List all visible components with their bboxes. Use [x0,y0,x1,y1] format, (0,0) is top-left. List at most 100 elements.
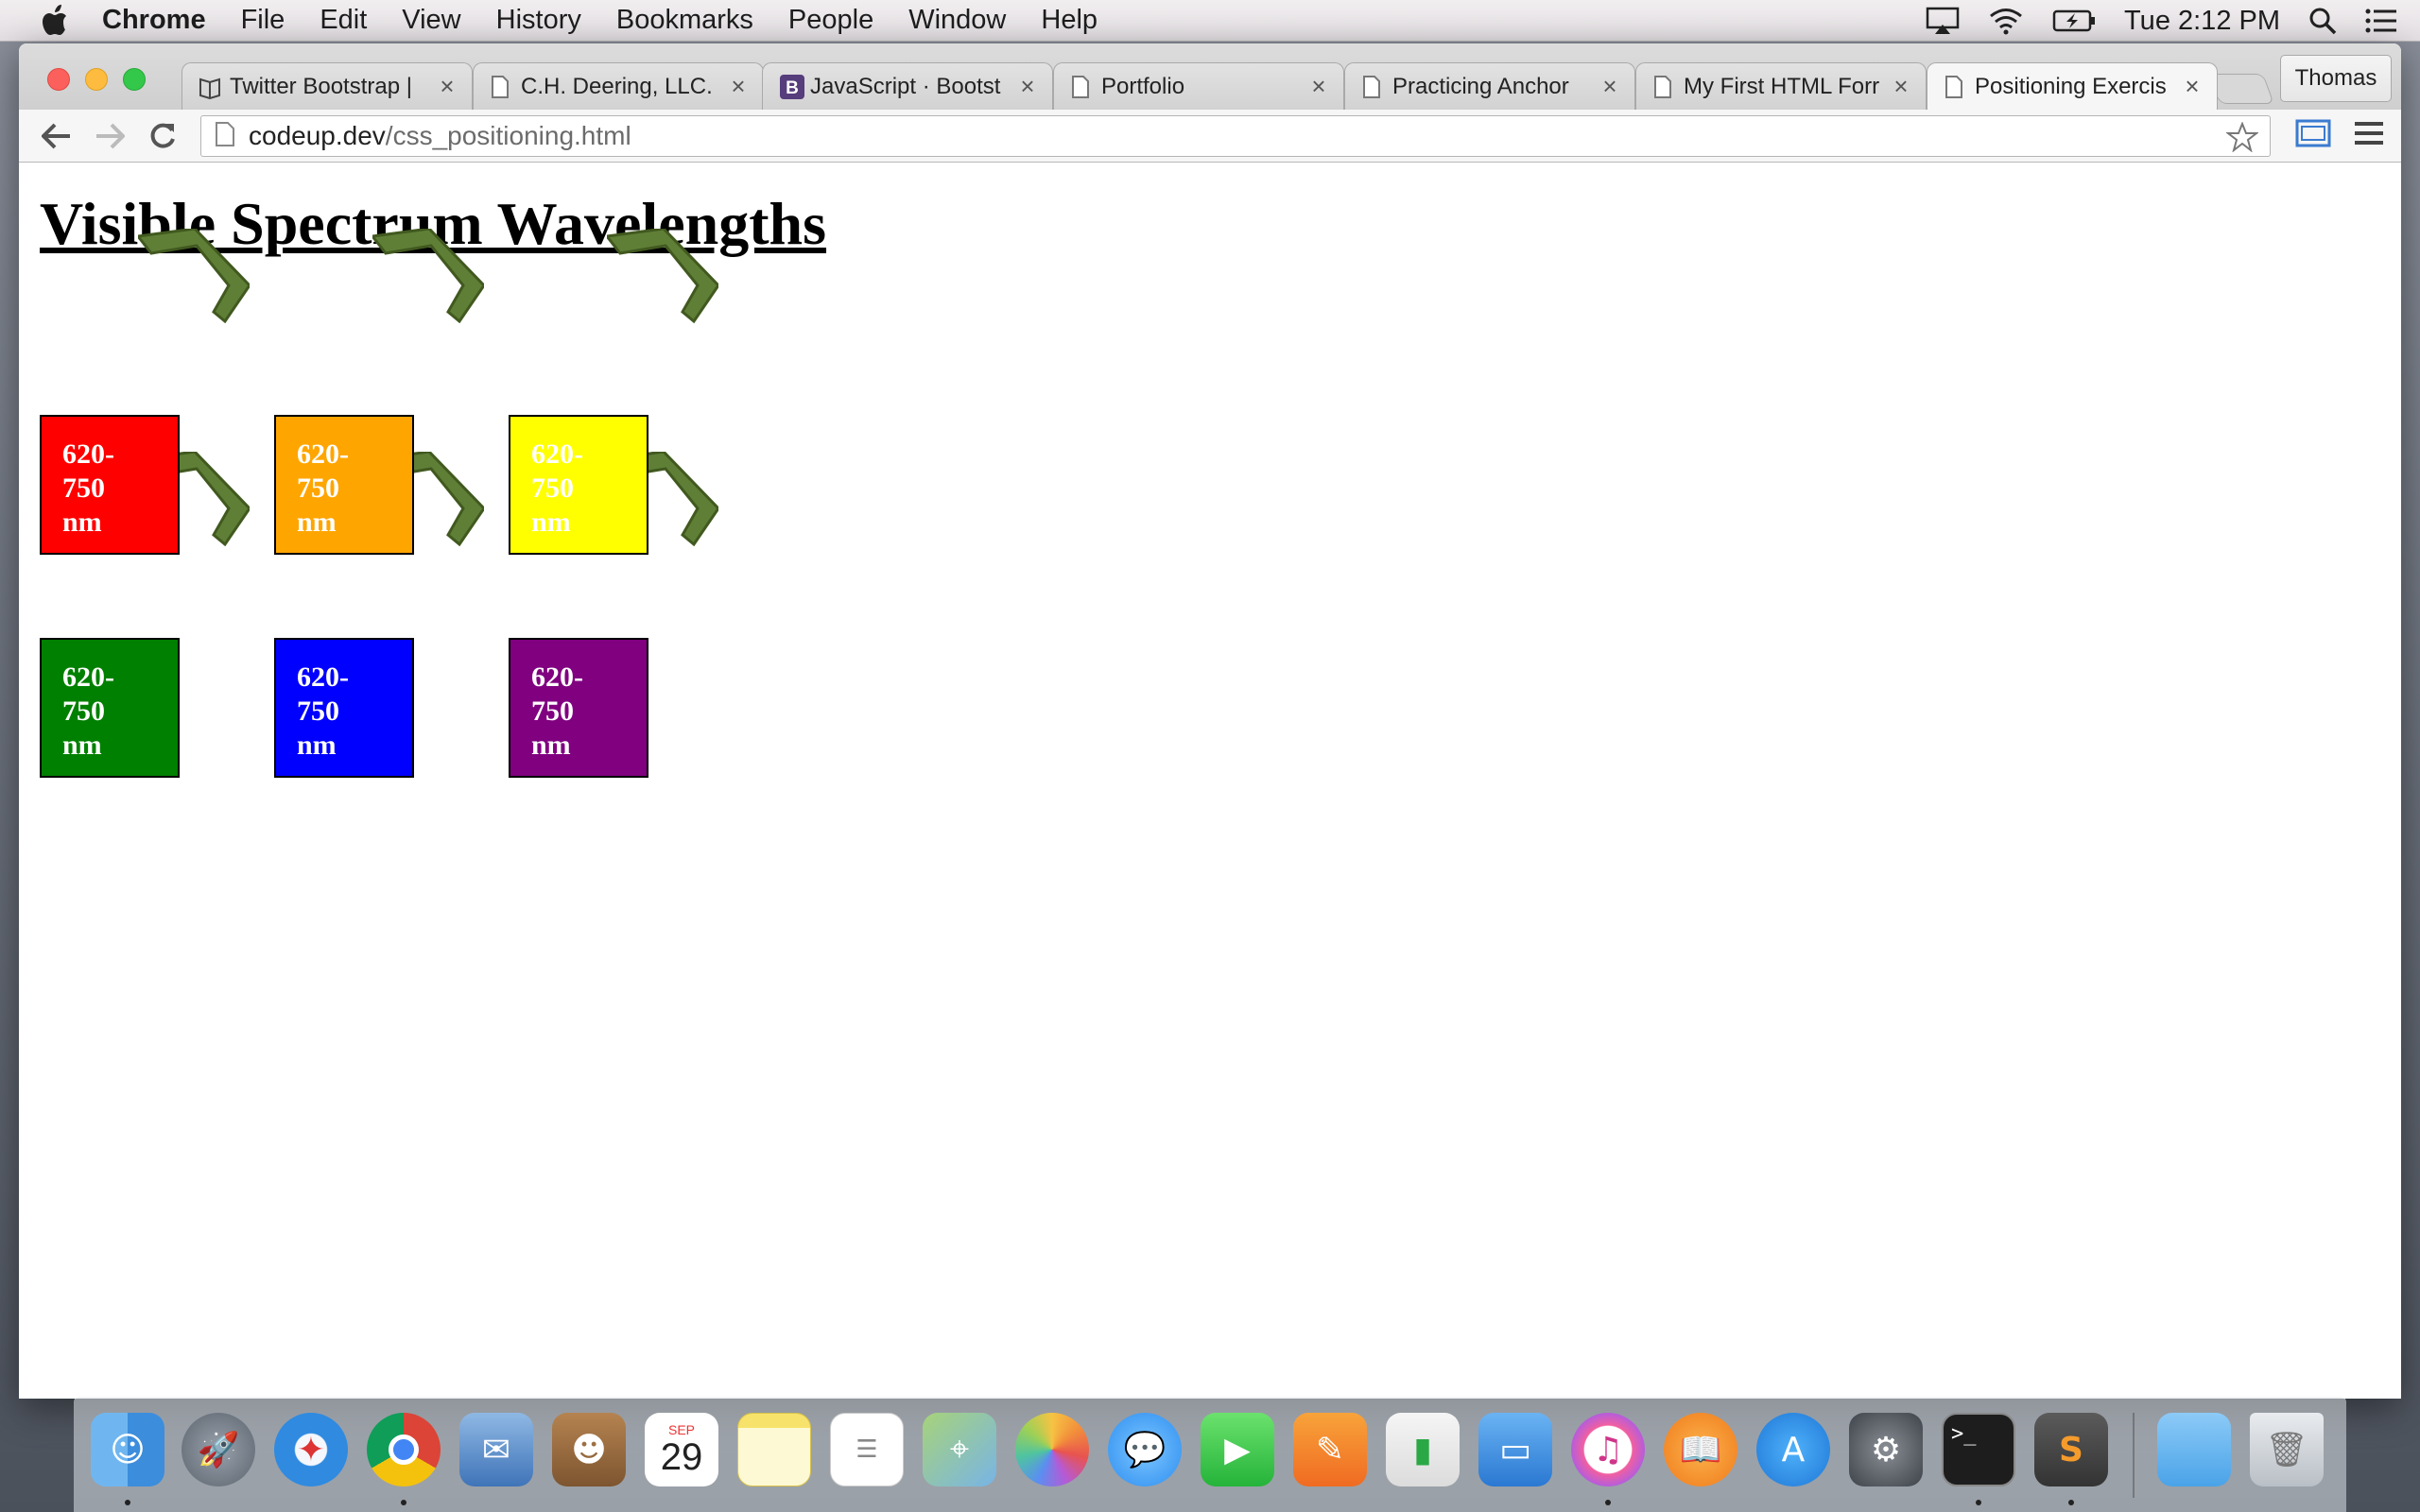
wavelength-range-end: 750 [531,696,574,727]
menu-file[interactable]: File [241,5,285,36]
window-close-button[interactable] [47,68,70,91]
tab-close-icon[interactable]: × [436,72,458,101]
calendar-month: SEP [667,1422,695,1437]
page-icon [1945,75,1965,99]
battery-charging-icon[interactable] [2052,9,2096,33]
menu-view[interactable]: View [402,5,460,36]
chevron-arrow-image [607,229,718,323]
menu-chrome[interactable]: Chrome [102,5,206,36]
reload-icon [150,123,175,148]
dock-system-preferences-icon[interactable]: ⚙ [1849,1413,1923,1486]
dock-launchpad-icon[interactable]: 🚀 [182,1413,255,1486]
menu-history[interactable]: History [496,5,581,36]
dock-photos-icon[interactable] [1015,1413,1089,1486]
wavelength-range-end: 750 [297,472,339,504]
airplay-icon[interactable] [1926,7,1960,35]
tab-close-icon[interactable]: × [1016,72,1039,101]
dock: ☺ 🚀 ✦ ✉ ☻ SEP 29 ☰ ⌖ 💬 ▶ ✎ ▮ ▭ ♫ 📖 A ⚙ >… [74,1397,2346,1512]
menubar-clock[interactable]: Tue 2:12 PM [2124,6,2280,37]
wavelength-unit: nm [297,730,337,761]
bootstrap-b-icon: B [780,74,804,99]
wavelength-box-orange: 620- 750 nm [274,415,414,555]
tab-portfolio[interactable]: Portfolio × [1053,62,1344,110]
dock-finder-icon[interactable]: ☺ [91,1413,164,1486]
wavelength-range-end: 750 [62,472,105,504]
cast-icon[interactable] [2295,119,2331,154]
dock-notes-icon[interactable] [737,1413,811,1486]
tab-title: Positioning Exercis [1975,73,2167,99]
wavelength-box-red: 620- 750 nm [40,415,180,555]
tab-title: Twitter Bootstrap | [230,73,412,99]
tab-title: C.H. Deering, LLC. [521,73,713,99]
menu-people[interactable]: People [788,5,873,36]
dock-calendar-icon[interactable]: SEP 29 [645,1413,718,1486]
page-icon [215,121,235,152]
wavelength-range-start: 620- [62,662,114,693]
address-bar[interactable]: codeup.dev/css_positioning.html [200,115,2271,157]
window-minimize-button[interactable] [85,68,108,91]
book-icon [199,75,220,99]
dock-chrome-icon[interactable] [367,1413,441,1486]
spotlight-search-icon[interactable] [2308,7,2337,35]
dock-terminal-icon[interactable]: >_ [1942,1413,2015,1486]
new-tab-button[interactable] [2208,74,2274,104]
wifi-icon[interactable] [1988,7,2024,35]
tab-close-icon[interactable]: × [1599,72,1621,101]
tab-close-icon[interactable]: × [1307,72,1330,101]
dock-safari-icon[interactable]: ✦ [274,1413,348,1486]
tab-close-icon[interactable]: × [727,72,750,101]
wavelength-unit: nm [531,507,571,538]
dock-maps-icon[interactable]: ⌖ [923,1413,996,1486]
url-text[interactable]: codeup.dev/css_positioning.html [249,121,631,151]
tab-close-icon[interactable]: × [1890,72,1912,101]
tab-ch-deering[interactable]: C.H. Deering, LLC. × [473,62,764,110]
running-indicator [1976,1500,1981,1505]
dock-sublime-text-icon[interactable]: S [2034,1413,2108,1486]
dock-reminders-icon[interactable]: ☰ [830,1413,904,1486]
profile-button[interactable]: Thomas [2280,55,2392,102]
window-zoom-button[interactable] [123,68,146,91]
tab-positioning-exercise[interactable]: Positioning Exercis × [1927,62,2218,110]
dock-downloads-folder-icon[interactable] [2157,1413,2231,1486]
dock-trash-icon[interactable]: 🗑 [2250,1413,2324,1486]
dock-itunes-icon[interactable]: ♫ [1571,1413,1645,1486]
dock-numbers-icon[interactable]: ▮ [1386,1413,1460,1486]
tab-close-icon[interactable]: × [2181,72,2204,101]
tab-strip: Twitter Bootstrap | × C.H. Deering, LLC.… [19,43,2401,110]
wavelength-range-start: 620- [297,438,349,470]
chevron-arrow-image [138,229,250,323]
dock-keynote-icon[interactable]: ▭ [1478,1413,1552,1486]
forward-arrow-icon [96,123,125,149]
forward-button[interactable] [93,119,127,153]
menu-window[interactable]: Window [908,5,1006,36]
browser-toolbar: codeup.dev/css_positioning.html [19,110,2401,163]
dock-messages-icon[interactable]: 💬 [1108,1413,1182,1486]
calendar-day: 29 [660,1436,703,1478]
tab-practicing-anchor[interactable]: Practicing Anchor × [1344,62,1635,110]
bookmark-star-icon[interactable] [2225,121,2259,157]
dock-contacts-icon[interactable]: ☻ [552,1413,626,1486]
dock-facetime-icon[interactable]: ▶ [1201,1413,1274,1486]
menu-help[interactable]: Help [1041,5,1098,36]
tab-javascript-bootstrap[interactable]: B JavaScript · Bootst × [762,62,1053,110]
chrome-menu-icon[interactable] [2354,119,2384,152]
page-icon [491,75,511,99]
dock-pages-icon[interactable]: ✎ [1293,1413,1367,1486]
dock-ibooks-icon[interactable]: 📖 [1664,1413,1737,1486]
apple-menu-icon[interactable] [36,2,74,40]
dock-app-store-icon[interactable]: A [1756,1413,1830,1486]
menu-edit[interactable]: Edit [320,5,367,36]
url-host: codeup.dev [249,121,386,150]
tab-my-first-html-form[interactable]: My First HTML Forr × [1635,62,1927,110]
running-indicator [401,1500,406,1505]
wavelength-unit: nm [531,730,571,761]
wavelength-box-yellow: 620- 750 nm [509,415,648,555]
tab-twitter-bootstrap[interactable]: Twitter Bootstrap | × [182,62,473,110]
reload-button[interactable] [146,119,180,153]
wavelength-range-start: 620- [531,438,583,470]
notification-center-icon[interactable] [2365,8,2397,34]
menu-bookmarks[interactable]: Bookmarks [616,5,753,36]
dock-mail-icon[interactable]: ✉ [459,1413,533,1486]
tab-title: JavaScript · Bootst [810,73,1001,99]
back-button[interactable] [40,119,74,153]
